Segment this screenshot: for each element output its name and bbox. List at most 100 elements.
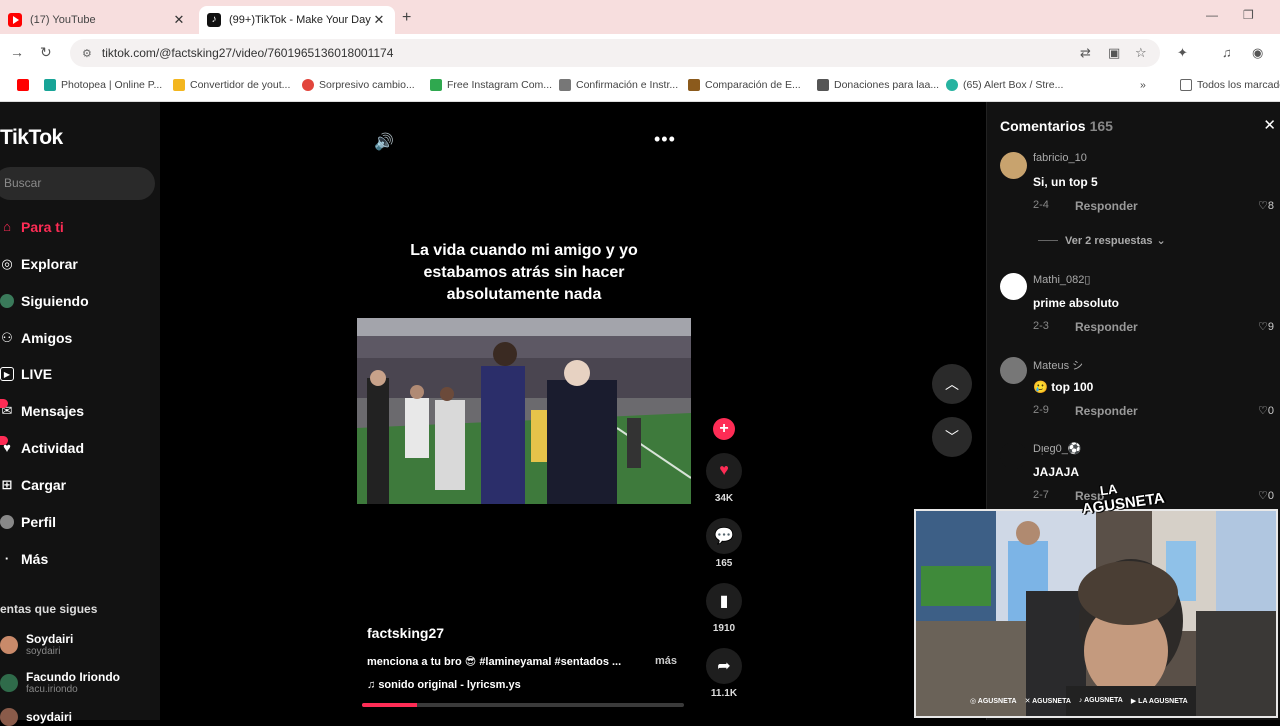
minimize-icon[interactable]: — bbox=[1206, 8, 1218, 22]
comment-text: 🥲 top 100 bbox=[1033, 380, 1094, 394]
nav-item-live[interactable]: ▶ LIVE bbox=[0, 366, 52, 382]
nav-item-siguiendo[interactable]: Siguiendo bbox=[0, 293, 89, 309]
comment-like-button[interactable]: ♡0 bbox=[1258, 489, 1274, 502]
view-replies-button[interactable]: Ver 2 respuestas ⌄ bbox=[1038, 234, 1166, 247]
bookmark-item[interactable]: Convertidor de yout... bbox=[173, 79, 290, 91]
compass-icon: ◎ bbox=[1, 256, 13, 271]
save-action[interactable]: ▮ 1910 bbox=[705, 583, 743, 634]
comment-user[interactable]: Dᴉeg0_⚽ bbox=[1033, 442, 1082, 455]
search-input[interactable]: Buscar bbox=[0, 167, 155, 200]
all-bookmarks[interactable]: Todos los marcado bbox=[1180, 79, 1280, 91]
share-count: 11.1K bbox=[710, 688, 738, 699]
comment-like-button[interactable]: ♡0 bbox=[1258, 404, 1274, 417]
home-icon: ⌂ bbox=[3, 219, 11, 234]
reply-button[interactable]: Responder bbox=[1075, 404, 1138, 418]
follow-button[interactable]: + bbox=[713, 418, 735, 440]
new-tab-button[interactable]: + bbox=[402, 9, 411, 27]
avatar[interactable] bbox=[1000, 273, 1027, 300]
heart-icon: ♥ bbox=[706, 453, 742, 489]
url-field[interactable]: ⚙ tiktok.com/@factsking27/video/76019651… bbox=[70, 39, 1160, 67]
more-options-icon[interactable]: ••• bbox=[654, 129, 676, 150]
reply-button[interactable]: Responder bbox=[1075, 199, 1138, 213]
comment-user[interactable]: Mathi_082▯ bbox=[1033, 273, 1090, 286]
nav-item-amigos[interactable]: ⚇ Amigos bbox=[0, 330, 72, 346]
video-caption-overlay: La vida cuando mi amigo y yo estabamos a… bbox=[410, 242, 638, 303]
volume-icon[interactable]: 🔊 bbox=[374, 132, 394, 152]
bookmark-item[interactable] bbox=[17, 79, 34, 91]
following-account[interactable]: Soydairi soydairi bbox=[0, 632, 73, 657]
bookmark-item[interactable]: Sorpresivo cambio... bbox=[302, 79, 415, 91]
like-count: 34K bbox=[714, 493, 734, 504]
nav-item-cargar[interactable]: ⊞ Cargar bbox=[0, 477, 67, 493]
comment-user[interactable]: fabricio_10 bbox=[1033, 152, 1087, 164]
tiktok-handle: ♪ AGUSNETA bbox=[1078, 697, 1123, 704]
close-tab-icon[interactable]: ✕ bbox=[171, 12, 187, 28]
media-icon[interactable]: ♫ bbox=[1222, 45, 1232, 60]
avatar[interactable] bbox=[1000, 442, 1027, 469]
avatar bbox=[0, 673, 18, 692]
close-icon[interactable]: ✕ bbox=[1263, 116, 1276, 134]
comment-text: prime absoluto bbox=[1033, 296, 1120, 310]
bookmark-item[interactable]: Comparación de E... bbox=[688, 79, 801, 91]
reload-icon[interactable]: ↻ bbox=[40, 44, 52, 61]
restore-icon[interactable]: ❐ bbox=[1243, 8, 1254, 22]
bookmark-item[interactable]: Photopea | Online P... bbox=[44, 79, 162, 91]
video-progress-bar[interactable] bbox=[362, 703, 684, 707]
bookmark-item[interactable]: Free Instagram Com... bbox=[430, 79, 552, 91]
previous-video-button[interactable]: ︿ bbox=[932, 364, 972, 404]
forward-icon[interactable]: → bbox=[10, 44, 24, 60]
tab-label: (99+)TikTok - Make Your Day bbox=[229, 14, 371, 26]
cast-icon[interactable]: ▣ bbox=[1108, 45, 1120, 61]
reply-button[interactable]: Responder bbox=[1075, 320, 1138, 334]
chevron-down-icon: ﹀ bbox=[945, 429, 959, 445]
comment-like-button[interactable]: ♡9 bbox=[1258, 320, 1274, 333]
avatar[interactable] bbox=[1000, 152, 1027, 179]
tab-tiktok[interactable]: ♪ (99+)TikTok - Make Your Day ✕ bbox=[199, 6, 395, 34]
bookmark-item[interactable]: Donaciones para laa... bbox=[817, 79, 939, 91]
avatar[interactable] bbox=[1000, 357, 1027, 384]
link-icon bbox=[559, 79, 571, 91]
more-link[interactable]: más bbox=[655, 655, 677, 668]
instagram-handle: ◎ AGUSNETA bbox=[970, 698, 1017, 705]
nav-item-mensajes[interactable]: ✉ Mensajes bbox=[0, 399, 84, 419]
following-account[interactable]: Facundo Iriondo facu.iriondo bbox=[0, 670, 120, 695]
chevron-up-icon: ︿ bbox=[945, 376, 959, 392]
comment-action[interactable]: 💬 165 bbox=[705, 518, 743, 569]
next-video-button[interactable]: ﹀ bbox=[932, 417, 972, 457]
social-handles: ◎ AGUSNETA ✕ AGUSNETA ♪ AGUSNETA ▶ LA AG… bbox=[970, 697, 1230, 705]
url-text: tiktok.com/@factsking27/video/7601965136… bbox=[101, 46, 394, 60]
view-replies-text: Ver 2 respuestas bbox=[1065, 234, 1153, 247]
video-author[interactable]: factsking27 bbox=[367, 625, 444, 641]
more-icon: · bbox=[4, 551, 10, 566]
site-info-icon[interactable]: ⚙ bbox=[82, 47, 92, 60]
nav-item-para-ti[interactable]: ⌂ Para ti bbox=[0, 219, 64, 235]
x-handle: ✕ AGUSNETA bbox=[1024, 698, 1071, 705]
close-tab-icon[interactable]: ✕ bbox=[371, 12, 387, 28]
profile-avatar-icon[interactable]: ◉ bbox=[1252, 45, 1263, 61]
tiktok-logo[interactable]: TikTok bbox=[0, 126, 63, 150]
translate-icon[interactable]: ⇄ bbox=[1080, 45, 1091, 61]
following-icon bbox=[0, 294, 14, 308]
streamer-logo: LA AGUSNETA bbox=[1079, 478, 1166, 536]
tab-youtube[interactable]: (17) YouTube ✕ bbox=[0, 6, 195, 34]
heart-outline-icon: ♡ bbox=[1258, 490, 1268, 502]
music-info[interactable]: ♫ sonido original - lyricsm.ys bbox=[367, 679, 521, 691]
profile-icon bbox=[0, 515, 14, 529]
logo-text: TikTok bbox=[0, 126, 63, 149]
nav-item-actividad[interactable]: ♥ Actividad bbox=[0, 436, 84, 456]
bookmark-item[interactable]: Confirmación e Instr... bbox=[559, 79, 678, 91]
video-frame[interactable] bbox=[357, 318, 691, 504]
like-action[interactable]: ♥ 34K bbox=[705, 453, 743, 504]
bookmarks-overflow-icon[interactable]: » bbox=[1140, 79, 1146, 91]
bookmark-star-icon[interactable]: ☆ bbox=[1135, 45, 1147, 61]
nav-item-perfil[interactable]: Perfil bbox=[0, 514, 56, 530]
extensions-icon[interactable]: ✦ bbox=[1177, 45, 1188, 61]
bookmark-item[interactable]: (65) Alert Box / Stre... bbox=[946, 79, 1063, 91]
share-action[interactable]: ➦ 11.1K bbox=[705, 648, 743, 699]
nav-item-mas[interactable]: · Más bbox=[0, 551, 48, 567]
comment-user[interactable]: Mateus シ bbox=[1033, 357, 1083, 373]
avatar bbox=[0, 635, 18, 654]
following-account[interactable]: soydairi bbox=[0, 708, 72, 726]
nav-item-explorar[interactable]: ◎ Explorar bbox=[0, 256, 77, 272]
comment-like-button[interactable]: ♡8 bbox=[1258, 199, 1274, 212]
